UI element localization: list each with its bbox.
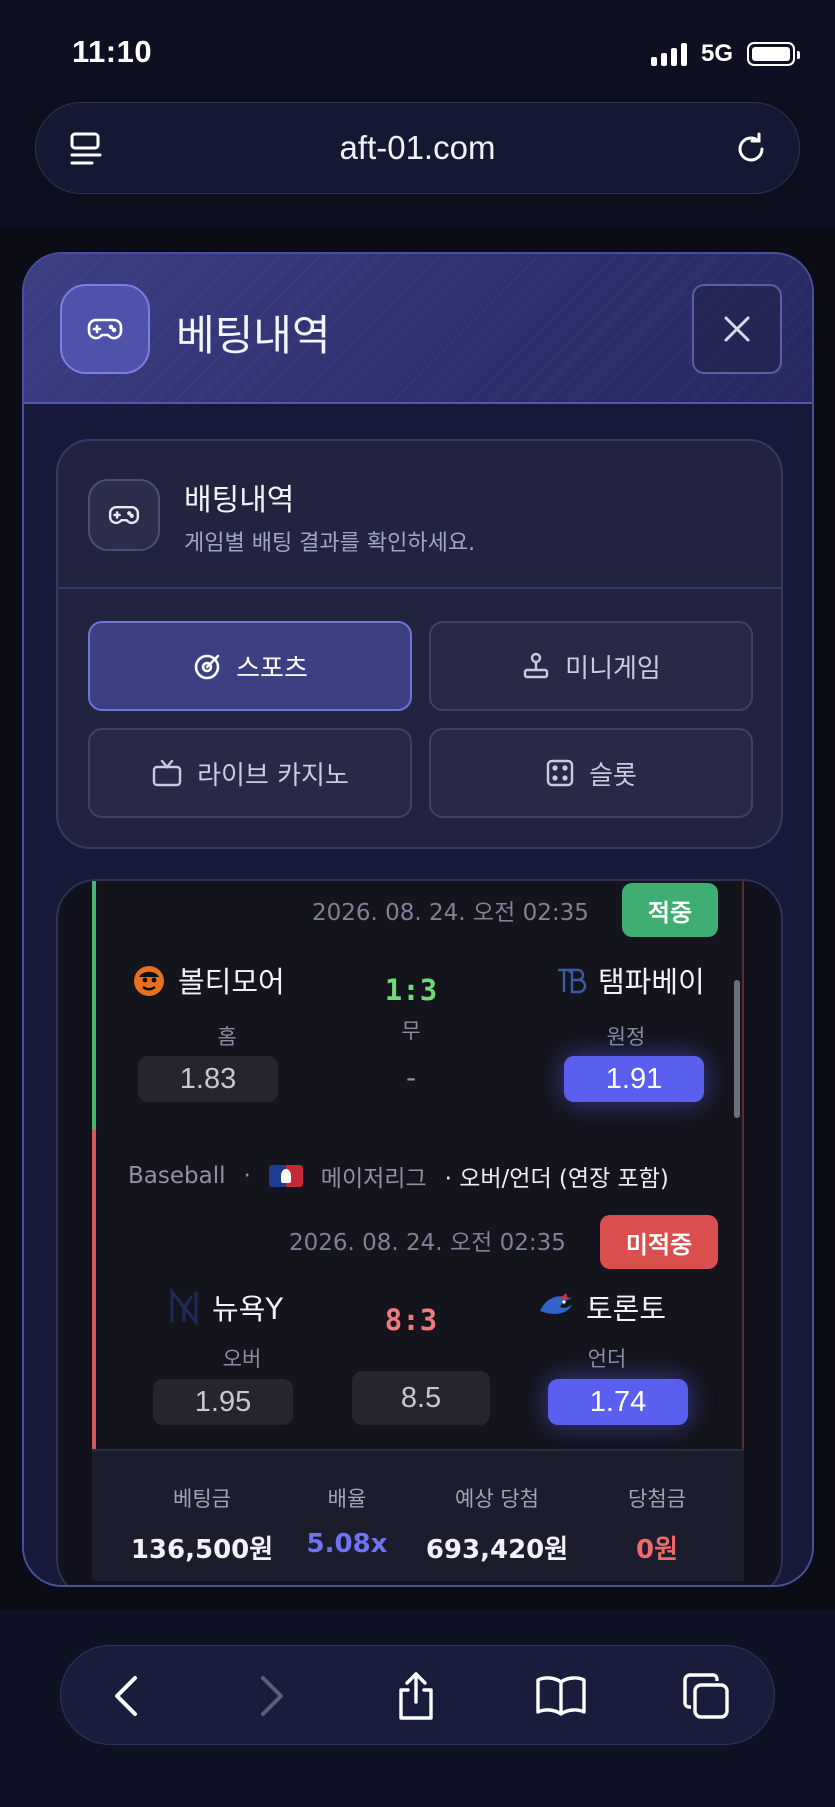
bet-card[interactable]: 2026. 08. 24. 오전 02:35 적중 볼티모어 1:3 탬파베이 …: [92, 881, 744, 1581]
home-team: 볼티모어: [130, 959, 285, 1001]
close-button[interactable]: [692, 284, 782, 374]
bet-history-modal: 베팅내역 배팅내역 게임별 배팅 결과를 확인하세요. 스포츠 미니게임 라이브…: [22, 252, 814, 1587]
browser-toolbar: [60, 1645, 775, 1745]
status-bar: 11:10 5G: [0, 0, 835, 100]
gamepad-icon: [60, 284, 150, 374]
under-odd-button-selected[interactable]: 1.74: [548, 1379, 688, 1425]
home-odd-button[interactable]: 1.83: [138, 1056, 278, 1102]
odds-value: 5.08x: [306, 1529, 388, 1559]
team-name: 토론토: [586, 1292, 667, 1326]
tab-label: 라이브 카지노: [197, 760, 349, 791]
win-indicator: [92, 881, 96, 1129]
joystick-icon: [523, 652, 549, 679]
scrollbar[interactable]: [734, 980, 740, 1118]
line-value: 8.5: [352, 1371, 490, 1425]
separator: ·: [243, 1163, 251, 1189]
tab-minigame[interactable]: 미니게임: [429, 621, 753, 711]
lose-indicator: [92, 1129, 96, 1459]
orioles-logo-icon: [134, 966, 164, 996]
market-name: · 오버/언더 (연장 포함): [444, 1166, 669, 1192]
tab-label: 스포츠: [236, 653, 308, 684]
close-icon[interactable]: [722, 314, 752, 344]
signal-icon: [650, 42, 687, 66]
address-bar[interactable]: aft-01.com: [35, 102, 800, 194]
team-name: 볼티모어: [178, 965, 285, 999]
status-time: 11:10: [72, 34, 153, 69]
url-text[interactable]: aft-01.com: [36, 129, 799, 167]
team-name: 탬파베이: [598, 965, 705, 999]
tv-icon: [152, 759, 182, 787]
battery-icon: [747, 42, 800, 66]
result-badge-lose: 미적중: [600, 1215, 718, 1269]
odds-label: 배율: [327, 1487, 367, 1511]
modal-title: 베팅내역: [176, 311, 331, 360]
divider: [58, 587, 781, 589]
tab-slot[interactable]: 슬롯: [429, 728, 753, 818]
tab-live-casino[interactable]: 라이브 카지노: [88, 728, 412, 818]
dice-icon: [546, 759, 574, 787]
under-label: 언더: [587, 1347, 627, 1371]
chevron-right-icon: [261, 1676, 283, 1716]
bluejays-logo-icon: [540, 1293, 572, 1314]
away-label: 원정: [606, 1025, 646, 1049]
match-score: 8:3: [384, 1303, 438, 1337]
bookmarks-button[interactable]: [533, 1668, 589, 1724]
rays-logo-icon: [558, 968, 587, 994]
expected-label: 예상 당첨: [455, 1487, 539, 1511]
stake-label: 베팅금: [173, 1487, 231, 1511]
tabs-icon: [683, 1673, 729, 1719]
league-name: 메이저리그: [320, 1166, 427, 1192]
chevron-left-icon: [115, 1676, 137, 1716]
odds-column: 배율 5.08x: [282, 1483, 412, 1559]
status-indicators: 5G: [650, 40, 800, 68]
home-label: 홈: [217, 1025, 237, 1049]
home-team: 뉴욕Y: [166, 1286, 283, 1328]
share-button[interactable]: [388, 1668, 444, 1724]
book-icon: [536, 1676, 586, 1716]
over-label: 오버: [222, 1347, 262, 1371]
tab-label: 미니게임: [565, 653, 661, 684]
stake-column: 베팅금 136,500원: [122, 1483, 282, 1566]
bet-list: 2026. 08. 24. 오전 02:35 적중 볼티모어 1:3 탬파베이 …: [56, 879, 783, 1585]
away-team: 토론토: [536, 1286, 666, 1328]
away-team: 탬파베이: [552, 959, 705, 1001]
match-date: 2026. 08. 24. 오전 02:35: [289, 1230, 566, 1256]
filter-subtitle: 게임별 배팅 결과를 확인하세요.: [184, 531, 476, 556]
expected-value: 693,420원: [425, 1535, 569, 1565]
team-name: 뉴욕Y: [212, 1292, 284, 1326]
away-odd-button-selected[interactable]: 1.91: [564, 1056, 704, 1102]
draw-odd: -: [405, 1061, 417, 1094]
tabs-button[interactable]: [678, 1668, 734, 1724]
yankees-logo-icon: [170, 1288, 198, 1326]
modal-header: 베팅내역: [24, 254, 812, 404]
match-date: 2026. 08. 24. 오전 02:35: [312, 900, 589, 926]
match-meta: Baseball · 메이저리그 · 오버/언더 (연장 포함): [128, 1159, 738, 1193]
mlb-logo-icon: [268, 1165, 303, 1187]
sports-icon: [194, 654, 220, 680]
stake-value: 136,500원: [130, 1535, 274, 1565]
filter-title: 배팅내역: [184, 483, 295, 518]
gamepad-icon: [88, 479, 160, 551]
network-label: 5G: [700, 40, 733, 67]
payout-value: 0원: [635, 1535, 678, 1565]
filter-card: 배팅내역 게임별 배팅 결과를 확인하세요. 스포츠 미니게임 라이브 카지노: [56, 439, 783, 849]
payout-label: 당첨금: [628, 1487, 686, 1511]
tab-sports[interactable]: 스포츠: [88, 621, 412, 711]
payout-column: 당첨금 0원: [582, 1483, 732, 1566]
over-odd-button[interactable]: 1.95: [153, 1379, 293, 1425]
match-score: 1:3: [384, 973, 438, 1007]
back-button[interactable]: [99, 1668, 155, 1724]
share-icon: [399, 1672, 433, 1720]
bet-summary: 베팅금 136,500원 배율 5.08x 예상 당첨 693,420원 당첨금…: [92, 1449, 744, 1581]
forward-button[interactable]: [243, 1668, 299, 1724]
reload-icon[interactable]: [731, 129, 771, 169]
result-badge-win: 적중: [622, 883, 718, 937]
draw-label: 무: [401, 1019, 421, 1043]
expected-column: 예상 당첨 693,420원: [412, 1483, 582, 1566]
tab-label: 슬롯: [589, 760, 637, 791]
sport-name: Baseball: [128, 1163, 226, 1189]
